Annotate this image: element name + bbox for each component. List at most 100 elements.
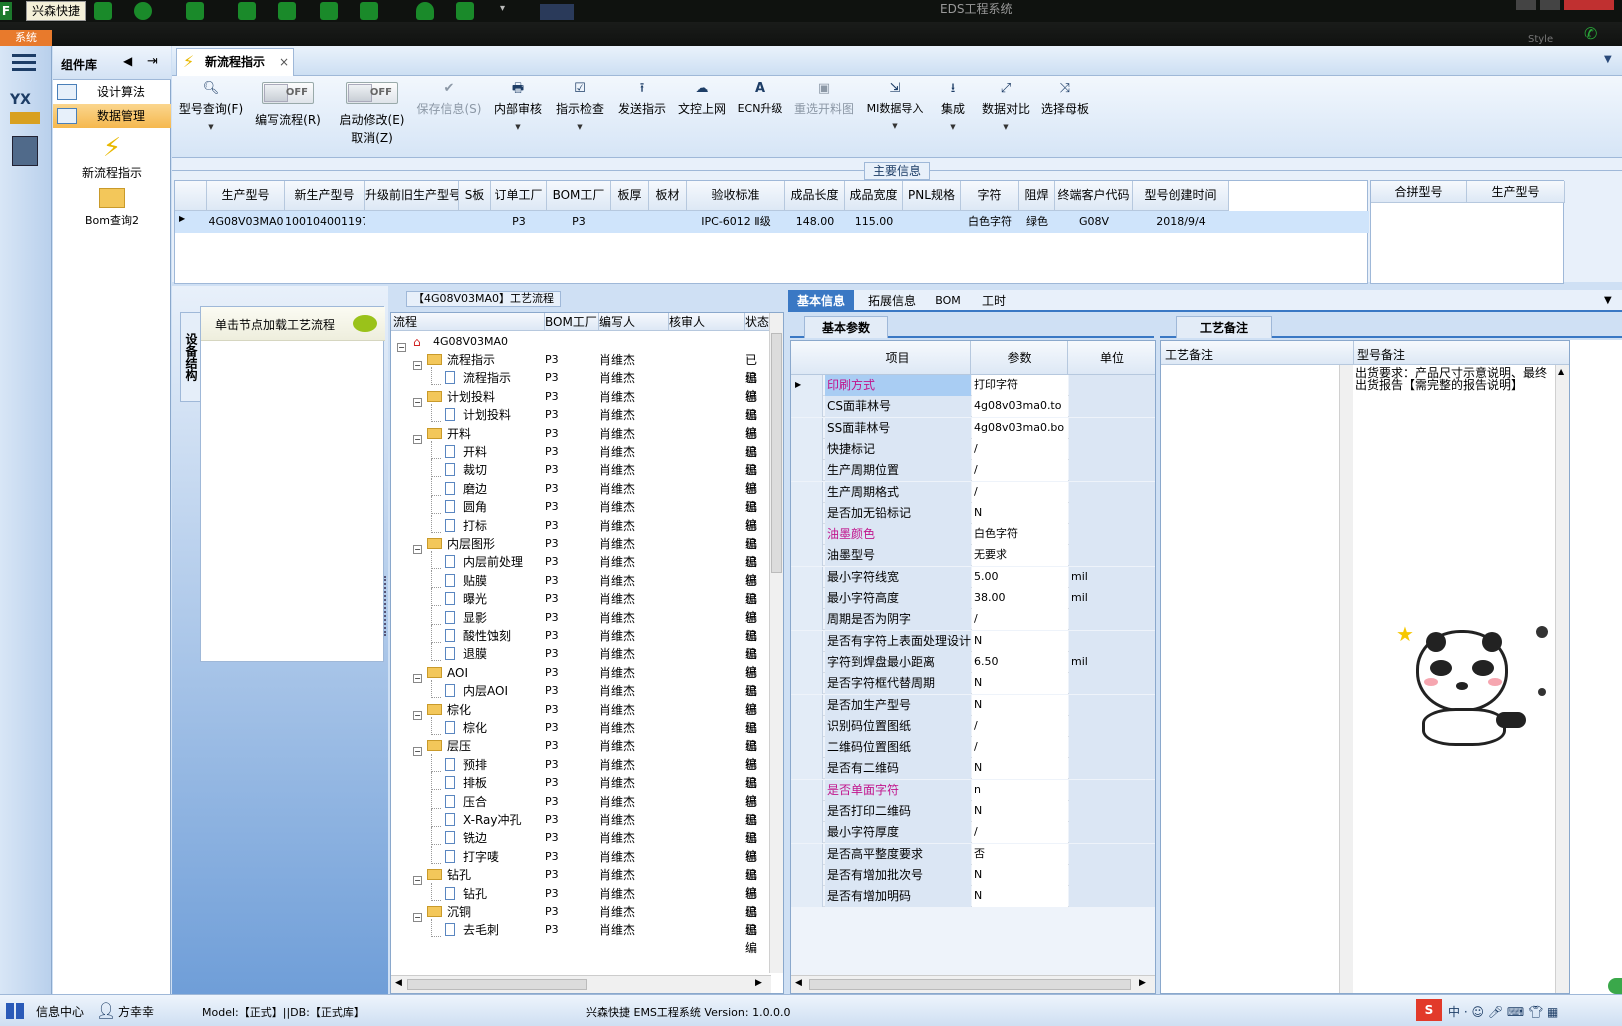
column-header[interactable]: 型号备注 (1357, 346, 1405, 363)
column-header[interactable]: 板材 (649, 181, 687, 211)
column-header[interactable]: 核审人 (669, 313, 745, 331)
send-instruction-button[interactable]: ⭱ 发送指示 (614, 76, 670, 158)
params-horizontal-scrollbar[interactable]: ◀ ▶ (791, 975, 1155, 993)
scissors-icon[interactable] (238, 2, 256, 20)
ecn-upgrade-button[interactable]: A ECN升级 (734, 76, 786, 158)
param-value[interactable]: / (972, 822, 1068, 844)
table-cell[interactable]: 4G08V03MA0 (207, 211, 285, 233)
param-value[interactable]: 否 (972, 843, 1068, 865)
param-row[interactable]: 字符到焊盘最小距离 6.50 mil (791, 651, 1155, 673)
chart-icon[interactable] (456, 2, 474, 20)
collapse-left-icon[interactable]: ◀ (123, 54, 132, 68)
floating-widget-icon[interactable] (1608, 978, 1622, 994)
table-cell[interactable]: G08V (1055, 211, 1133, 233)
table-cell[interactable] (903, 211, 961, 233)
column-header[interactable]: 板厚 (611, 181, 649, 211)
param-row[interactable]: 油墨型号 无要求 (791, 545, 1155, 567)
column-header[interactable]: 项目 (825, 341, 971, 375)
param-row[interactable]: 最小字符厚度 / (791, 822, 1155, 844)
tree-node[interactable]: − 钻孔 P3 肖维杰 已编 (391, 866, 765, 900)
param-row[interactable]: 生产周期格式 / (791, 481, 1155, 503)
param-value[interactable]: N (972, 886, 1068, 908)
column-header[interactable]: BOM工厂 (545, 313, 599, 331)
column-header[interactable]: 参数 (972, 341, 1068, 375)
basic-params-title[interactable]: 基本参数 (804, 316, 888, 338)
tree-node[interactable]: 内层AOI P3 肖维杰 已编 (391, 680, 765, 716)
param-row[interactable]: 最小字符高度 38.00 mil (791, 588, 1155, 609)
quick-access-dropdown-icon[interactable]: ▾ (500, 3, 505, 14)
new-flow-instruction-launcher[interactable]: ⚡ 新流程指示 (53, 132, 171, 184)
column-header[interactable]: PNL规格 (903, 181, 961, 211)
param-value[interactable]: N (972, 694, 1068, 716)
column-header[interactable]: 验收标准 (687, 181, 785, 211)
param-value[interactable]: N (972, 758, 1068, 780)
table-cell[interactable]: 10010400119769 (285, 211, 365, 233)
tree-node[interactable]: 曝光 P3 肖维杰 已编 (391, 588, 765, 624)
process-notes-title[interactable]: 工艺备注 (1176, 316, 1272, 338)
reselect-cutting-drawing-button[interactable]: ▣ 重选开料图 (790, 76, 858, 158)
param-row[interactable]: SS面菲林号 4g08v03ma0.bo (791, 417, 1155, 439)
param-row[interactable]: 是否有字符上表面处理设计 N (791, 630, 1155, 652)
write-flow-toggle[interactable]: OFF 编写流程(R) (250, 76, 326, 158)
tree-node[interactable]: 酸性蚀刻 P3 肖维杰 已编 (391, 625, 765, 661)
dropdown-arrow-icon[interactable]: ▼ (490, 123, 546, 131)
doc-control-online-button[interactable]: ☁ 文控上网 (674, 76, 730, 158)
param-row[interactable]: 最小字符线宽 5.00 mil (791, 566, 1155, 588)
table-cell[interactable] (611, 211, 649, 233)
column-header[interactable]: 字符 (961, 181, 1019, 211)
tree-node[interactable]: − 层压 P3 肖维杰 已编 (391, 737, 765, 771)
tree-node[interactable]: 打字唛 P3 肖维杰 已编 (391, 845, 765, 882)
column-header[interactable]: 型号创建时间 (1133, 181, 1229, 211)
param-value[interactable]: N (972, 502, 1068, 524)
tab-close-icon[interactable]: × (279, 49, 289, 75)
tab-basic-info[interactable]: 基本信息 (788, 290, 854, 312)
tab-new-flow-instruction[interactable]: ⚡ 新流程指示 × (176, 48, 294, 76)
column-header[interactable]: 新生产型号 (285, 181, 365, 211)
process-note-cell[interactable] (1161, 365, 1353, 993)
ime-s-icon[interactable]: S (1416, 999, 1442, 1021)
table-cell[interactable]: 148.00 (785, 211, 845, 233)
param-value[interactable]: / (972, 460, 1068, 482)
system-tab[interactable]: 系统 (0, 30, 52, 46)
scrollbar-thumb[interactable] (809, 979, 1131, 990)
column-header[interactable]: S板 (459, 181, 491, 211)
tree-node[interactable]: 贴膜 P3 肖维杰 已编 (391, 569, 765, 606)
table-cell[interactable] (649, 211, 687, 233)
column-header[interactable]: 生产型号 (207, 181, 285, 211)
style-label[interactable]: Style (1528, 34, 1553, 45)
param-row[interactable]: CS面菲林号 4g08v03ma0.to (791, 396, 1155, 418)
table-cell[interactable]: 白色字符 (961, 211, 1019, 233)
tree-node[interactable]: 计划投料 P3 肖维杰 已编 (391, 404, 765, 440)
param-value[interactable]: N (972, 630, 1068, 652)
tree-node[interactable]: − 棕化 P3 肖维杰 已编 (391, 701, 765, 735)
table-cell[interactable] (365, 211, 459, 233)
column-header[interactable]: 成品宽度 (845, 181, 903, 211)
tab-extended-info[interactable]: 拓展信息 (862, 290, 922, 312)
param-row[interactable]: 是否有增加批次号 N (791, 864, 1155, 886)
integration-button[interactable]: ⭳ 集成 ▼ (932, 76, 974, 158)
minimize-button[interactable] (1516, 0, 1536, 10)
tree-root[interactable]: − ⌂ 4G08V03MA0 (391, 333, 765, 352)
tree-node[interactable]: 预排 P3 肖维杰 已编 (391, 753, 765, 790)
comp-item-data-management[interactable]: 数据管理 (53, 104, 171, 128)
param-row[interactable]: 二维码位置图纸 / (791, 737, 1155, 759)
scroll-left-icon[interactable]: ◀ (795, 978, 802, 988)
process-vertical-scrollbar[interactable] (769, 313, 783, 973)
tab-bom[interactable]: BOM (928, 290, 968, 312)
param-value[interactable]: 5.00 (972, 566, 1068, 588)
param-value[interactable]: n (972, 779, 1068, 801)
param-row[interactable]: 是否加生产型号 N (791, 694, 1155, 716)
param-row[interactable]: 是否有增加明码 N (791, 886, 1155, 908)
tree-node[interactable]: 磨边 P3 肖维杰 已编 (391, 477, 765, 514)
dropdown-arrow-icon[interactable]: ▼ (978, 123, 1034, 131)
column-header[interactable]: 编写人 (599, 313, 669, 331)
param-value[interactable]: 白色字符 (972, 524, 1068, 546)
table-cell[interactable] (459, 211, 491, 233)
tree-node[interactable]: − 开料 P3 肖维杰 已编 (391, 425, 765, 459)
param-value[interactable]: 38.00 (972, 588, 1068, 609)
info-center-link[interactable]: 信息中心 (36, 1003, 84, 1020)
column-header[interactable]: 阻焊 (1019, 181, 1055, 211)
grid-icon[interactable] (186, 2, 204, 20)
model-note-text[interactable]: 出货要求：产品尺寸示意说明、最终出货报告【需完整的报告说明】 (1355, 367, 1555, 391)
param-row[interactable]: 是否高平整度要求 否 (791, 843, 1155, 865)
